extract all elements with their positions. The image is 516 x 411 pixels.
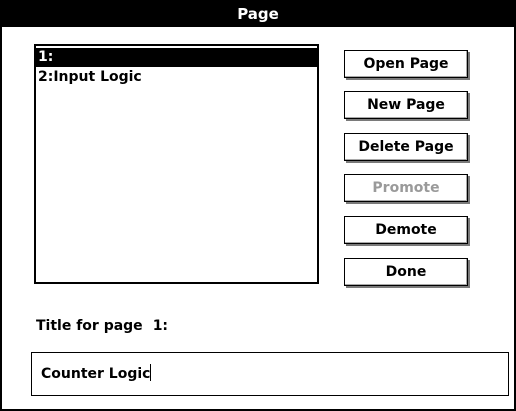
title-page-number: 1: (152, 318, 169, 334)
page-list-item-1[interactable]: 1: (36, 48, 317, 67)
title-label-text: Title for page (36, 318, 143, 334)
promote-button[interactable]: Promote (344, 174, 468, 202)
delete-page-button[interactable]: Delete Page (344, 133, 468, 161)
text-cursor (150, 364, 152, 381)
page-dialog: Page 1: 2:Input Logic Open Page New Page… (0, 0, 516, 411)
open-page-button[interactable]: Open Page (344, 50, 468, 78)
page-list[interactable]: 1: 2:Input Logic (34, 44, 319, 284)
page-title-input[interactable]: Counter Logic (31, 352, 509, 396)
page-title-value: Counter Logic (41, 366, 151, 382)
new-page-button[interactable]: New Page (344, 91, 468, 119)
title-field-label: Title for page 1: (36, 318, 178, 334)
page-list-item-2[interactable]: 2:Input Logic (36, 68, 317, 87)
dialog-title: Page (2, 2, 514, 27)
demote-button[interactable]: Demote (344, 216, 468, 244)
done-button[interactable]: Done (344, 258, 468, 286)
